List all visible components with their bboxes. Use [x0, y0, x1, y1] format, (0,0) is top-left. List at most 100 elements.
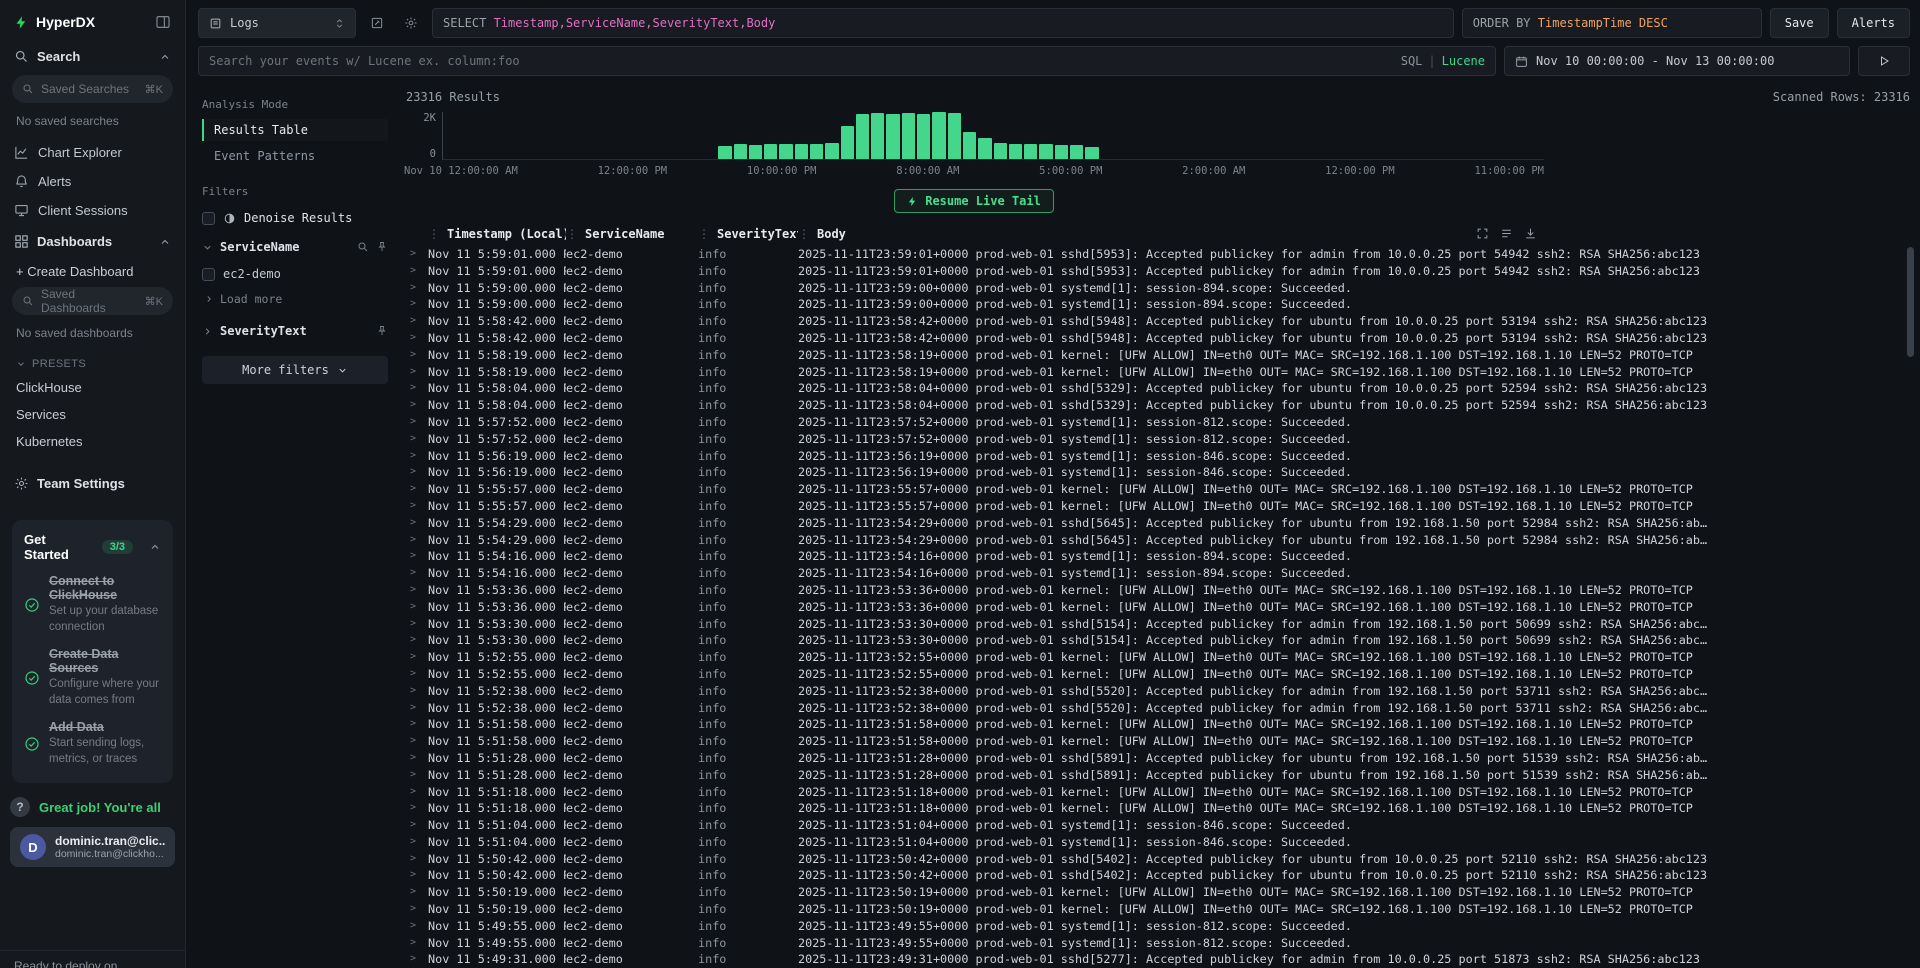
table-row[interactable]: > Nov 11 5:58:19.000 PM ec2-demo info 20… [404, 347, 1914, 364]
table-row[interactable]: > Nov 11 5:51:58.000 PM ec2-demo info 20… [404, 733, 1914, 750]
row-expand-chevron-icon[interactable]: > [404, 935, 428, 952]
filter-group-severitytext[interactable]: SeverityText [202, 316, 388, 344]
table-row[interactable]: > Nov 11 5:58:19.000 PM ec2-demo info 20… [404, 364, 1914, 381]
preset-item[interactable]: Kubernetes [0, 428, 185, 455]
denoise-checkbox[interactable] [202, 212, 215, 225]
histogram-bar[interactable] [978, 138, 991, 159]
row-expand-chevron-icon[interactable]: > [404, 867, 428, 884]
load-more-button[interactable]: Load more [202, 288, 388, 314]
table-row[interactable]: > Nov 11 5:51:28.000 PM ec2-demo info 20… [404, 750, 1914, 767]
help-button[interactable]: ? [10, 797, 30, 817]
histogram-bar[interactable] [948, 113, 961, 159]
get-started-item[interactable]: Connect to ClickHouse Set up your databa… [24, 574, 161, 635]
table-row[interactable]: > Nov 11 5:54:29.000 PM ec2-demo info 20… [404, 532, 1914, 549]
histogram-bar[interactable] [734, 144, 747, 159]
table-row[interactable]: > Nov 11 5:50:42.000 PM ec2-demo info 20… [404, 867, 1914, 884]
histogram-bar[interactable] [795, 144, 808, 159]
row-expand-chevron-icon[interactable]: > [404, 750, 428, 767]
table-row[interactable]: > Nov 11 5:58:42.000 PM ec2-demo info 20… [404, 330, 1914, 347]
chevron-up-icon[interactable] [159, 236, 171, 248]
expand-table-icon[interactable] [1476, 227, 1489, 240]
row-expand-chevron-icon[interactable]: > [404, 733, 428, 750]
sidebar-item-client-sessions[interactable]: Client Sessions [0, 196, 185, 225]
table-row[interactable]: > Nov 11 5:54:29.000 PM ec2-demo info 20… [404, 515, 1914, 532]
table-row[interactable]: > Nov 11 5:50:19.000 PM ec2-demo info 20… [404, 884, 1914, 901]
table-row[interactable]: > Nov 11 5:56:19.000 PM ec2-demo info 20… [404, 464, 1914, 481]
chevron-up-icon[interactable] [149, 541, 161, 553]
table-row[interactable]: > Nov 11 5:50:19.000 PM ec2-demo info 20… [404, 901, 1914, 918]
row-expand-chevron-icon[interactable]: > [404, 464, 428, 481]
histogram-bar[interactable] [963, 132, 976, 159]
table-row[interactable]: > Nov 11 5:57:52.000 PM ec2-demo info 20… [404, 414, 1914, 431]
create-dashboard-button[interactable]: + Create Dashboard [0, 258, 185, 285]
sidebar-item-chart-explorer[interactable]: Chart Explorer [0, 138, 185, 167]
row-expand-chevron-icon[interactable]: > [404, 481, 428, 498]
row-expand-chevron-icon[interactable]: > [404, 666, 428, 683]
row-expand-chevron-icon[interactable]: > [404, 397, 428, 414]
row-expand-chevron-icon[interactable]: > [404, 380, 428, 397]
table-row[interactable]: > Nov 11 5:49:31.000 PM ec2-demo info 20… [404, 951, 1914, 968]
row-expand-chevron-icon[interactable]: > [404, 498, 428, 515]
filter-option-ec2-demo[interactable]: ec2-demo [202, 262, 388, 286]
row-expand-chevron-icon[interactable]: > [404, 851, 428, 868]
column-header-servicename[interactable]: ⋮ServiceName [566, 227, 698, 241]
sidebar-item-dashboards[interactable]: Dashboards [0, 225, 185, 258]
table-row[interactable]: > Nov 11 5:53:36.000 PM ec2-demo info 20… [404, 582, 1914, 599]
column-header-severitytext[interactable]: ⋮SeverityText [698, 227, 798, 241]
event-search-box[interactable]: SQL | Lucene [198, 46, 1496, 76]
row-expand-chevron-icon[interactable]: > [404, 716, 428, 733]
row-expand-chevron-icon[interactable]: > [404, 599, 428, 616]
scrollbar-thumb[interactable] [1907, 247, 1914, 357]
row-expand-chevron-icon[interactable]: > [404, 700, 428, 717]
presets-toggle[interactable]: PRESETS [0, 350, 185, 374]
column-header-body[interactable]: ⋮Body [798, 227, 1914, 241]
sidebar-item-search[interactable]: Search [0, 40, 185, 73]
time-range-picker[interactable]: Nov 10 00:00:00 - Nov 13 00:00:00 [1504, 46, 1850, 76]
saved-dashboards-input[interactable]: Saved Dashboards ⌘K [12, 287, 173, 315]
row-expand-chevron-icon[interactable]: > [404, 784, 428, 801]
select-columns-input[interactable]: SELECT Timestamp,ServiceName,SeverityTex… [432, 8, 1454, 38]
preset-item[interactable]: Services [0, 401, 185, 428]
row-expand-chevron-icon[interactable]: > [404, 649, 428, 666]
brand[interactable]: HyperDX [14, 14, 95, 30]
row-expand-chevron-icon[interactable]: > [404, 330, 428, 347]
ec2-demo-checkbox[interactable] [202, 268, 215, 281]
histogram-bar[interactable] [1039, 144, 1052, 159]
table-row[interactable]: > Nov 11 5:59:00.000 PM ec2-demo info 20… [404, 280, 1914, 297]
row-expand-chevron-icon[interactable]: > [404, 951, 428, 968]
mode-event-patterns[interactable]: Event Patterns [202, 145, 388, 167]
resume-live-tail-button[interactable]: Resume Live Tail [894, 189, 1054, 213]
edit-source-icon[interactable] [364, 8, 390, 38]
table-row[interactable]: > Nov 11 5:51:58.000 PM ec2-demo info 20… [404, 716, 1914, 733]
denoise-results-option[interactable]: Denoise Results [202, 206, 388, 230]
more-filters-button[interactable]: More filters [202, 356, 388, 384]
histogram-bar[interactable] [932, 112, 945, 159]
row-expand-chevron-icon[interactable]: > [404, 817, 428, 834]
histogram-bar[interactable] [1009, 144, 1022, 159]
histogram-bar[interactable] [994, 143, 1007, 159]
row-expand-chevron-icon[interactable]: > [404, 565, 428, 582]
histogram-bar[interactable] [1055, 145, 1068, 159]
table-row[interactable]: > Nov 11 5:50:42.000 PM ec2-demo info 20… [404, 851, 1914, 868]
row-expand-chevron-icon[interactable]: > [404, 767, 428, 784]
histogram-bar[interactable] [810, 144, 823, 160]
chevron-up-icon[interactable] [159, 51, 171, 63]
histogram-bar[interactable] [871, 113, 884, 159]
histogram-bar[interactable] [917, 114, 930, 159]
table-row[interactable]: > Nov 11 5:49:55.000 PM ec2-demo info 20… [404, 935, 1914, 952]
row-expand-chevron-icon[interactable]: > [404, 548, 428, 565]
row-expand-chevron-icon[interactable]: > [404, 296, 428, 313]
row-expand-chevron-icon[interactable]: > [404, 582, 428, 599]
row-expand-chevron-icon[interactable]: > [404, 263, 428, 280]
table-row[interactable]: > Nov 11 5:52:55.000 PM ec2-demo info 20… [404, 666, 1914, 683]
table-scrollbar[interactable] [1907, 247, 1914, 968]
histogram-bar[interactable] [1024, 144, 1037, 159]
table-row[interactable]: > Nov 11 5:53:36.000 PM ec2-demo info 20… [404, 599, 1914, 616]
row-expand-chevron-icon[interactable]: > [404, 901, 428, 918]
histogram-bar[interactable] [886, 114, 899, 159]
table-row[interactable]: > Nov 11 5:59:01.000 PM ec2-demo info 20… [404, 263, 1914, 280]
search-input[interactable] [209, 54, 1393, 68]
row-expand-chevron-icon[interactable]: > [404, 683, 428, 700]
row-expand-chevron-icon[interactable]: > [404, 431, 428, 448]
table-row[interactable]: > Nov 11 5:58:42.000 PM ec2-demo info 20… [404, 313, 1914, 330]
